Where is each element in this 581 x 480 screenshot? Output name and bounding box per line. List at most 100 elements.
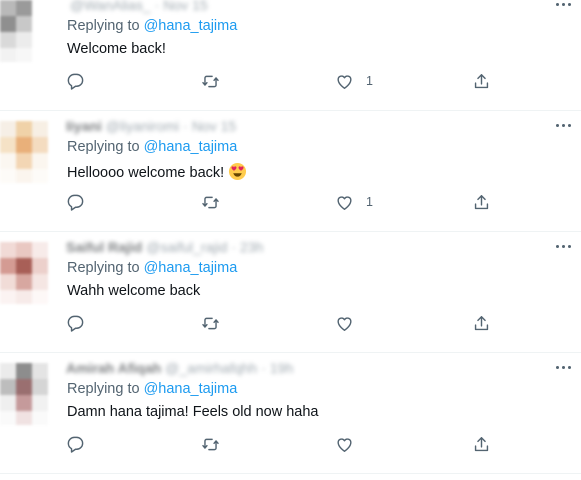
tweet-date[interactable]: Nov 15: [192, 118, 236, 134]
avatar[interactable]: [0, 121, 50, 183]
author-name[interactable]: Amirah Afiqah: [66, 360, 161, 376]
avatar-pixel: [16, 411, 32, 425]
avatar-pixel: [0, 258, 16, 274]
tweet-actions: 1: [0, 70, 581, 92]
avatar-pixel: [16, 169, 32, 183]
avatar[interactable]: [0, 363, 50, 425]
replying-to-mention[interactable]: @hana_tajima: [144, 381, 238, 397]
more-dots-icon: [556, 3, 559, 6]
avatar-pixel: [32, 0, 48, 16]
more-dot: [562, 366, 565, 369]
avatar-pixel: [0, 137, 16, 153]
replying-to-mention[interactable]: @hana_tajima: [144, 18, 238, 34]
tweet-text-content: Welcome back!: [67, 41, 166, 57]
replying-to-mention[interactable]: @hana_tajima: [144, 139, 238, 155]
avatar-pixel: [0, 16, 16, 32]
heart-icon: [337, 437, 352, 452]
share-button[interactable]: [472, 312, 491, 334]
author-handle[interactable]: @saiful_rajid: [146, 239, 227, 255]
more-options-button[interactable]: [556, 242, 572, 252]
reply-button[interactable]: [66, 312, 85, 334]
avatar-pixel: [0, 0, 16, 16]
avatar-pixel: [32, 153, 48, 169]
retweet-icon: [202, 196, 219, 208]
reply-button[interactable]: [66, 70, 85, 92]
share-icon: [474, 73, 489, 88]
avatar-pixel: [0, 411, 16, 425]
tweet-date[interactable]: 19h: [270, 360, 293, 376]
like-button[interactable]: 1: [335, 191, 373, 213]
tweet-header: Amirah Afiqah @_amirhafqhh · 19h: [66, 360, 326, 380]
tweet-date[interactable]: 23h: [240, 239, 263, 255]
reply-tweet[interactable]: Saiful Rajid @saiful_rajid · 23h Replying t…: [0, 234, 581, 353]
share-button[interactable]: [472, 70, 491, 92]
tweet-date[interactable]: Nov 15: [163, 0, 207, 13]
retweet-icon: [202, 75, 219, 87]
retweet-button[interactable]: [201, 433, 220, 455]
avatar-pixel: [0, 379, 16, 395]
share-icon: [474, 194, 489, 209]
author-name[interactable]: Iiyani: [66, 118, 102, 134]
avatar[interactable]: [0, 0, 50, 62]
reply-tweet[interactable]: Amirah Afiqah @_amirhafqhh · 19h Replying t…: [0, 355, 581, 474]
more-dot: [568, 124, 571, 127]
more-dot: [568, 245, 571, 248]
avatar-pixel: [32, 32, 48, 48]
avatar-pixel: [16, 274, 32, 290]
more-dot: [562, 124, 565, 127]
retweet-button[interactable]: [201, 70, 220, 92]
more-options-button[interactable]: [556, 363, 572, 373]
reply-tweet[interactable]: Iiyani @liyaniromi · Nov 15 Replying to @ha…: [0, 113, 581, 232]
tweet-actions: [0, 433, 581, 455]
more-options-button[interactable]: [556, 0, 572, 10]
reply-tweet[interactable]: @WanAlias_ · Nov 15 Replying to @hana_taji…: [0, 0, 581, 111]
separator-dot: ·: [231, 239, 237, 255]
replying-to-line: Replying to @hana_tajima: [67, 139, 237, 155]
more-dot: [568, 366, 571, 369]
separator-dot: ·: [154, 0, 160, 13]
replying-to-line: Replying to @hana_tajima: [67, 260, 237, 276]
reply-icon: [67, 436, 84, 453]
replying-to-label: Replying to: [67, 18, 140, 34]
avatar-pixel: [32, 121, 48, 137]
avatar-pixel: [32, 169, 48, 183]
replying-to-mention[interactable]: @hana_tajima: [144, 260, 238, 276]
avatar[interactable]: [0, 242, 50, 304]
avatar-pixel: [16, 242, 32, 258]
author-handle[interactable]: @WanAlias_: [70, 0, 151, 13]
heart-icon: [337, 74, 352, 89]
like-count: 1: [366, 195, 373, 209]
like-count: 1: [366, 74, 373, 88]
more-dots-icon: [556, 366, 559, 369]
share-button[interactable]: [472, 433, 491, 455]
tweet-header: Iiyani @liyaniromi · Nov 15: [66, 118, 326, 138]
more-options-button[interactable]: [556, 121, 572, 131]
more-dots-icon: [556, 124, 559, 127]
more-dot: [568, 3, 571, 6]
author-name[interactable]: Saiful Rajid: [66, 239, 142, 255]
retweet-button[interactable]: [201, 191, 220, 213]
share-button[interactable]: [472, 191, 491, 213]
reply-icon: [67, 73, 84, 90]
tweet-header: Saiful Rajid @saiful_rajid · 23h: [66, 239, 326, 259]
avatar-pixel: [32, 379, 48, 395]
heart-icon: [337, 195, 352, 210]
author-handle[interactable]: @_amirhafqhh: [165, 360, 257, 376]
more-dots-icon: [556, 245, 559, 248]
avatar-pixel: [16, 363, 32, 379]
avatar-pixel: [16, 379, 32, 395]
reply-button[interactable]: [66, 191, 85, 213]
avatar-pixel: [0, 274, 16, 290]
retweet-button[interactable]: [201, 312, 220, 334]
retweet-icon: [202, 438, 219, 450]
like-button[interactable]: [335, 312, 366, 334]
author-handle[interactable]: @liyaniromi: [106, 118, 179, 134]
tweet-header: @WanAlias_ · Nov 15: [66, 0, 326, 17]
reply-icon: [67, 315, 84, 332]
tweet-actions: 1: [0, 191, 581, 213]
avatar-pixel: [32, 258, 48, 274]
reply-button[interactable]: [66, 433, 85, 455]
like-button[interactable]: 1: [335, 70, 373, 92]
more-dot: [562, 3, 565, 6]
like-button[interactable]: [335, 433, 366, 455]
